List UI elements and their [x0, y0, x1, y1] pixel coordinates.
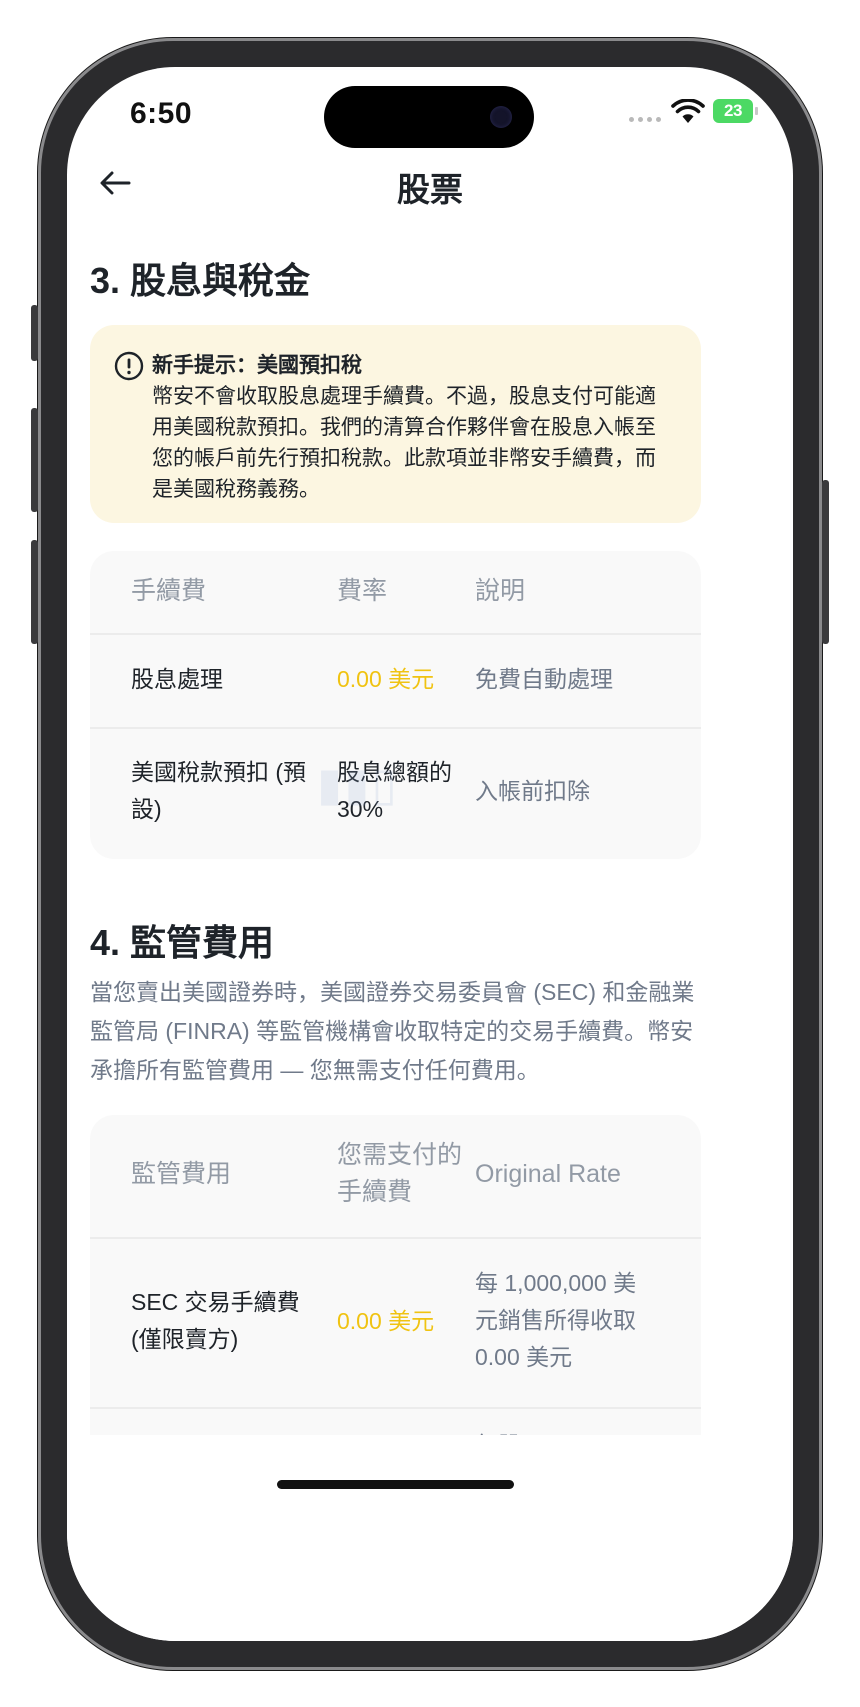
- screen: 6:50 23 股票 3. 股息與稅金 新手提示：美國預扣稅 幣安不會收取股息處…: [67, 67, 793, 1641]
- row-fee: 股息處理: [131, 666, 223, 692]
- info-icon: [114, 351, 144, 381]
- watermark-logo: ▮▮▯: [317, 758, 399, 810]
- cellular-signal-icon: [629, 117, 661, 122]
- volume-up-button: [31, 408, 38, 512]
- volume-down-button: [31, 540, 38, 644]
- header-regulatory-fee: 監管費用: [131, 1160, 232, 1188]
- section-title-dividends: 3. 股息與稅金: [90, 260, 311, 301]
- row-description: 入帳前扣除: [475, 778, 590, 804]
- camera-icon: [490, 106, 512, 128]
- table-row: 股息處理 0.00 美元 免費自動處理: [90, 635, 701, 729]
- dividend-fee-table: 手續費 費率 說明 股息處理 0.00 美元 免費自動處理 美國稅款預扣 (預設…: [90, 551, 701, 859]
- dynamic-island: [324, 86, 534, 148]
- table-header-row: 監管費用 您需支付的手續費 Original Rate: [90, 1115, 701, 1239]
- row-rate: 0.00 美元: [337, 666, 435, 692]
- row-description: 免費自動處理: [475, 666, 613, 692]
- wifi-icon: [671, 99, 705, 123]
- power-button: [822, 480, 829, 644]
- page-title: 股票: [397, 171, 463, 208]
- header-original-rate: Original Rate: [475, 1160, 621, 1188]
- header-you-pay: 您需支付的手續費: [337, 1141, 463, 1206]
- battery-cap: [755, 107, 758, 115]
- home-indicator[interactable]: [277, 1480, 514, 1489]
- status-time: 6:50: [130, 97, 193, 130]
- tip-box: 新手提示：美國預扣稅 幣安不會收取股息處理手續費。不過，股息支付可能適用美國稅款…: [90, 325, 701, 523]
- battery-icon: 23: [713, 99, 753, 123]
- tip-title: 新手提示：美國預扣稅: [152, 354, 362, 377]
- table-row: SEC 交易手續費 (僅限賣方) 0.00 美元 每 1,000,000 美元銷…: [90, 1239, 701, 1409]
- header-rate: 費率: [337, 577, 388, 605]
- row-rate: 0.00 美元: [337, 1308, 435, 1334]
- mute-switch: [31, 305, 38, 361]
- scroll-fade: [67, 1435, 793, 1641]
- row-fee: SEC 交易手續費 (僅限賣方): [131, 1289, 300, 1352]
- header-fee: 手續費: [131, 577, 207, 605]
- row-fee: 美國稅款預扣 (預設): [131, 759, 307, 822]
- tip-body: 幣安不會收取股息處理手續費。不過，股息支付可能適用美國稅款預扣。我們的清算合作夥…: [152, 385, 656, 501]
- table-header-row: 手續費 費率 說明: [90, 551, 701, 635]
- header-description: 說明: [475, 577, 526, 605]
- section-title-regulatory: 4. 監管費用: [90, 922, 275, 963]
- regulatory-description: 當您賣出美國證券時，美國證券交易委員會 (SEC) 和金融業監管局 (FINRA…: [90, 979, 695, 1083]
- row-description: 每 1,000,000 美元銷售所得收取 0.00 美元: [475, 1270, 637, 1370]
